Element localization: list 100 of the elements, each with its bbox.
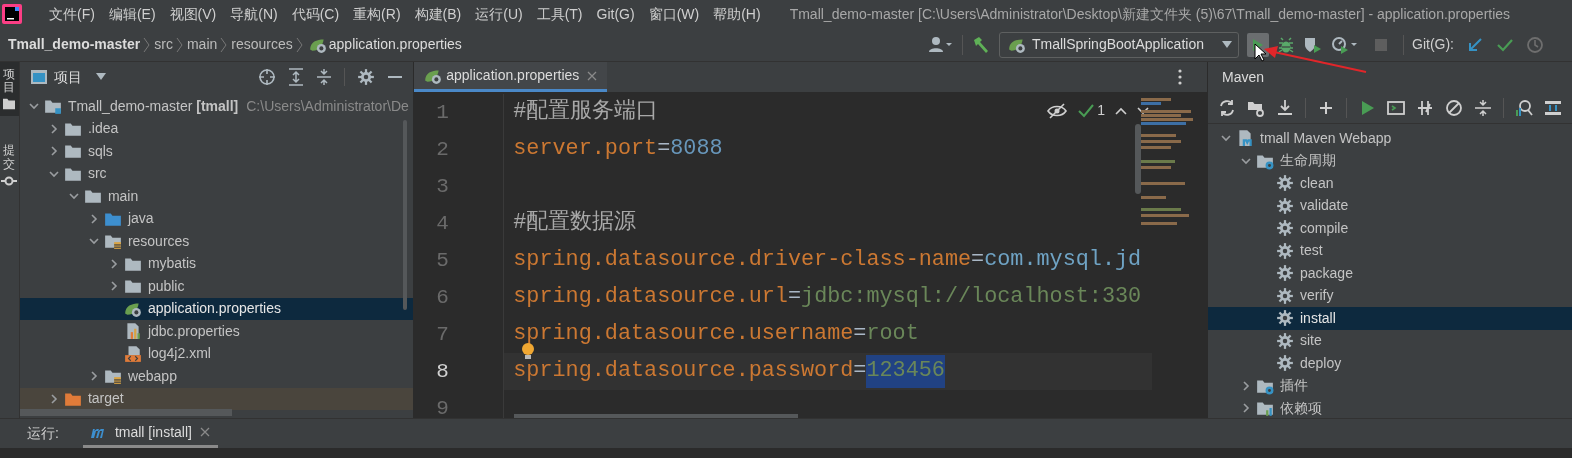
eye-slash-icon[interactable] bbox=[1047, 102, 1068, 119]
code-token: = bbox=[787, 283, 802, 312]
line-number: 8 bbox=[435, 358, 450, 385]
menu-item[interactable]: 视图(V) bbox=[162, 3, 224, 25]
shield-play-icon[interactable] bbox=[1303, 35, 1323, 54]
menu-item[interactable]: 构建(B) bbox=[407, 3, 469, 25]
tree-item[interactable]: package bbox=[1208, 262, 1572, 285]
app-logo-icon[interactable] bbox=[2, 4, 22, 24]
tree-item[interactable]: clean bbox=[1208, 172, 1572, 195]
code-token: = bbox=[853, 357, 867, 386]
scrollbar[interactable] bbox=[19, 409, 232, 416]
crosshair-icon[interactable] bbox=[258, 68, 277, 86]
gear-icon bbox=[1276, 331, 1294, 350]
tree-item[interactable]: install bbox=[1208, 307, 1572, 330]
more-icon[interactable] bbox=[1177, 68, 1183, 86]
tree-item[interactable]: sqls bbox=[19, 140, 414, 163]
editor-tab[interactable]: application.properties bbox=[414, 62, 608, 92]
tree-item[interactable]: Tmall_demo-master [tmall] C:\Users\Administrator\De bbox=[19, 95, 414, 118]
tree-item[interactable]: mybatis bbox=[19, 252, 414, 275]
panel-title: Maven bbox=[1221, 67, 1266, 87]
tree-item[interactable]: compile bbox=[1208, 217, 1572, 240]
menu-item[interactable]: 文件(F) bbox=[42, 3, 102, 25]
toggle-offline-icon[interactable] bbox=[1416, 98, 1434, 117]
gear-icon bbox=[1276, 219, 1294, 238]
menu-item[interactable]: 导航(N) bbox=[223, 3, 285, 25]
breadcrumb-item[interactable]: src bbox=[154, 34, 173, 55]
run-config-dropdown[interactable]: TmallSpringBootApplication bbox=[999, 31, 1239, 58]
tree-item[interactable]: 插件 bbox=[1208, 374, 1572, 397]
menu-item[interactable]: Git(G) bbox=[589, 3, 642, 25]
window-title: Tmall_demo-master [C:\Users\Administrator\Desktop\新建文件夹 (5)\67\Tmall_demo-master] - application.properties bbox=[789, 4, 1511, 24]
tree-item[interactable]: application.properties bbox=[19, 297, 414, 320]
update-arrow-icon[interactable] bbox=[1466, 35, 1484, 54]
breadcrumb-item[interactable]: application.properties bbox=[328, 34, 462, 55]
skip-icon[interactable] bbox=[1445, 98, 1463, 117]
tree-item[interactable]: main bbox=[19, 185, 414, 208]
folder-icon bbox=[83, 187, 102, 206]
hammer-icon[interactable] bbox=[971, 34, 991, 55]
tree-item[interactable]: public bbox=[19, 275, 414, 298]
tree-item[interactable]: target bbox=[19, 387, 414, 410]
breadcrumb-item[interactable]: main bbox=[186, 34, 218, 55]
tree-item[interactable]: tmall Maven Webapp bbox=[1208, 127, 1572, 150]
check-icon bbox=[1077, 102, 1096, 119]
tree-item[interactable]: .idea bbox=[19, 117, 414, 140]
tree-item[interactable]: java bbox=[19, 207, 414, 230]
code-token: 123456 bbox=[866, 355, 945, 388]
tree-item[interactable]: test bbox=[1208, 239, 1572, 262]
collapse-all-icon[interactable] bbox=[316, 68, 333, 86]
download-icon[interactable] bbox=[1276, 98, 1294, 117]
settings-icon[interactable] bbox=[357, 68, 376, 86]
code-token: jdbc:mysql://localhost:330 bbox=[801, 283, 1142, 312]
tree-item[interactable]: jdbc.properties bbox=[19, 320, 414, 343]
collapse-all-icon[interactable] bbox=[1474, 98, 1492, 117]
caret-icon[interactable] bbox=[95, 73, 106, 81]
code-token: spring.datasource.password bbox=[513, 357, 854, 386]
gear-icon bbox=[1276, 264, 1294, 283]
line-number: 9 bbox=[435, 395, 450, 418]
refresh-icon[interactable] bbox=[1218, 98, 1236, 117]
menu-item[interactable]: 帮助(H) bbox=[706, 3, 768, 25]
tree-item[interactable]: verify bbox=[1208, 284, 1572, 307]
menu-item[interactable]: 重构(R) bbox=[346, 3, 408, 25]
breadcrumb-item[interactable]: Tmall_demo-master bbox=[8, 34, 141, 55]
tree-item[interactable]: 依赖项 bbox=[1208, 397, 1572, 420]
menu-item[interactable]: 编辑(E) bbox=[101, 3, 163, 25]
tree-item[interactable]: deploy bbox=[1208, 352, 1572, 375]
lightbulb-icon[interactable] bbox=[521, 342, 536, 360]
line-number: 7 bbox=[435, 321, 450, 348]
tree-item[interactable]: resources bbox=[19, 230, 414, 253]
tree-item[interactable]: webapp bbox=[19, 365, 414, 388]
gauge-play-icon[interactable] bbox=[1331, 35, 1359, 54]
code-token: 8088 bbox=[670, 135, 723, 164]
breadcrumb-separator-icon bbox=[143, 35, 152, 54]
user-icon[interactable] bbox=[928, 35, 954, 54]
dependencies-icon[interactable] bbox=[1544, 98, 1562, 117]
tree-item[interactable]: src bbox=[19, 162, 414, 185]
tree-item[interactable]: 生命周期 bbox=[1208, 149, 1572, 172]
analyze-icon[interactable] bbox=[1515, 98, 1533, 117]
expand-all-icon[interactable] bbox=[288, 68, 305, 86]
code-token: = bbox=[853, 320, 867, 349]
tree-item[interactable]: log4j2.xml bbox=[19, 342, 414, 365]
tree-item[interactable]: validate bbox=[1208, 194, 1572, 217]
history-icon[interactable] bbox=[1526, 35, 1544, 54]
menu-item[interactable]: 运行(U) bbox=[468, 3, 530, 25]
tree-item[interactable]: site bbox=[1208, 329, 1572, 352]
breadcrumb-item[interactable]: resources bbox=[231, 34, 293, 55]
panel-title[interactable]: 项目 bbox=[53, 66, 82, 88]
gear-icon bbox=[1276, 241, 1294, 260]
scrollbar[interactable] bbox=[1135, 124, 1141, 194]
bug-icon[interactable] bbox=[1277, 35, 1295, 54]
scrollbar[interactable] bbox=[403, 120, 408, 310]
side-tab[interactable]: 提交 bbox=[0, 138, 19, 193]
line-number: 3 bbox=[435, 173, 450, 200]
side-tab[interactable]: 项目 bbox=[0, 62, 19, 117]
menu-item[interactable]: 代码(C) bbox=[284, 3, 347, 25]
menu-item[interactable]: 工具(T) bbox=[529, 3, 590, 25]
panel-title: 运行: bbox=[27, 424, 59, 443]
code-token: com.mysql.jd bbox=[984, 246, 1142, 275]
menu-item[interactable]: 窗口(W) bbox=[641, 3, 707, 25]
line-number: 1 bbox=[435, 99, 450, 126]
cursor-icon bbox=[1254, 43, 1267, 62]
terminal-icon[interactable] bbox=[1387, 98, 1405, 117]
